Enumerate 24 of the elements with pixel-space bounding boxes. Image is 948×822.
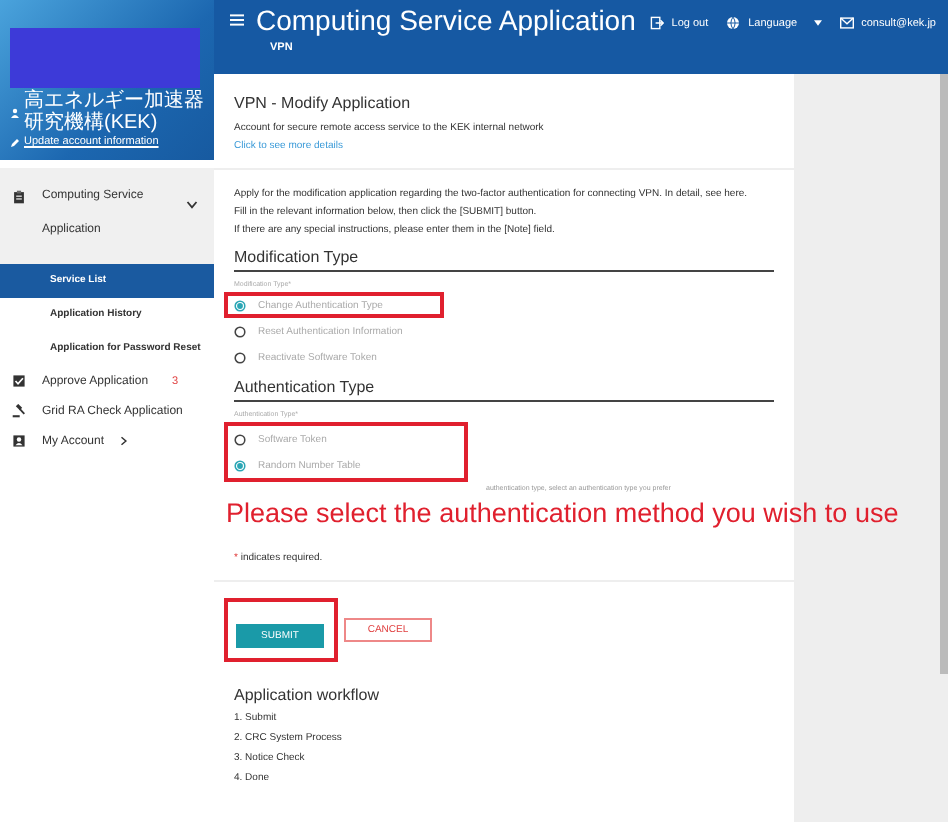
- page-title: VPN - Modify Application: [234, 94, 413, 112]
- clipboard-icon: [12, 190, 26, 204]
- person-icon: [10, 107, 20, 117]
- radio-button[interactable]: [234, 433, 246, 445]
- gavel-icon: [12, 404, 26, 418]
- organization-name: 高エネルギー加速器研究機構(KEK): [24, 90, 204, 134]
- checkbox-icon: [12, 374, 26, 388]
- menu-icon[interactable]: [230, 14, 244, 26]
- logout-icon: [649, 16, 664, 30]
- radio-button[interactable]: [234, 325, 246, 337]
- section-heading: Authentication Type: [234, 370, 774, 402]
- pencil-icon: [10, 137, 20, 147]
- section-heading: Modification Type: [234, 240, 774, 272]
- caret-icon: [813, 20, 822, 26]
- radio-button[interactable]: [234, 299, 246, 311]
- mail-icon: [839, 16, 854, 30]
- globe-icon: [726, 16, 741, 30]
- radio-button[interactable]: [234, 351, 246, 363]
- scrollbar-thumb[interactable]: [940, 74, 948, 674]
- radio-button[interactable]: [234, 459, 246, 471]
- workflow-title: Application workflow: [234, 686, 381, 704]
- app-title: Computing Service Application: [256, 4, 636, 36]
- annotation-text: Please select the authentication method you wish to use: [226, 496, 899, 530]
- account-box-icon: [12, 434, 26, 448]
